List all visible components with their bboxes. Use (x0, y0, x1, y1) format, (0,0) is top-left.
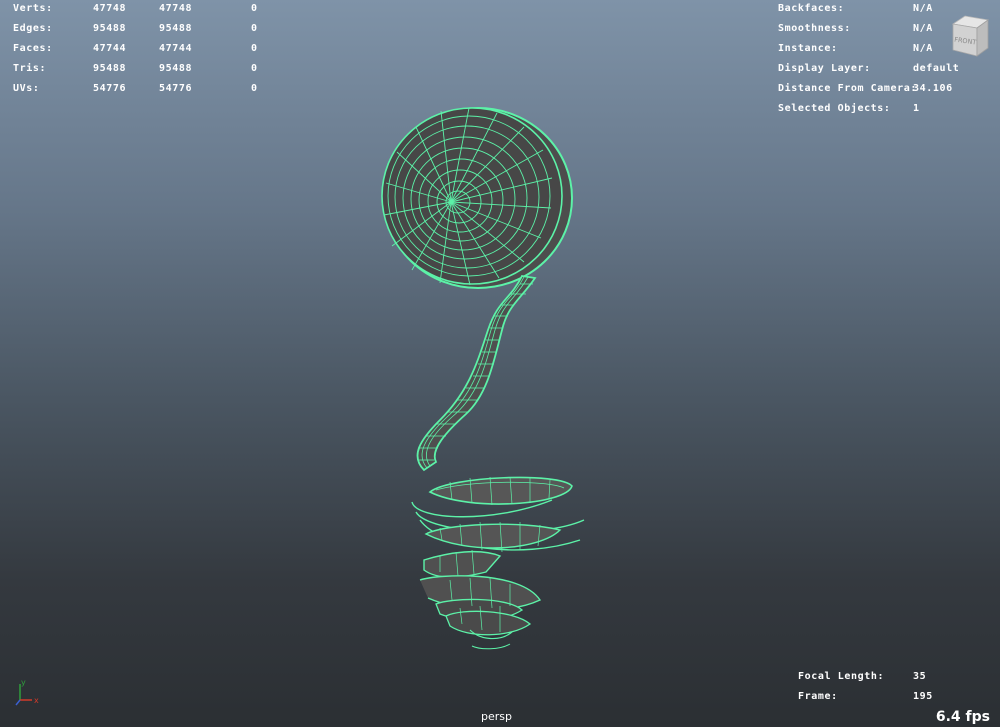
stat-label: Tris: (13, 63, 47, 74)
info-label: Distance From Camera: (778, 83, 918, 94)
info-value: 1 (913, 103, 920, 114)
info-label: Display Layer: (778, 63, 871, 74)
info-value: default (913, 63, 960, 74)
stat-selected: 47744 (159, 43, 193, 54)
stat-component: 0 (251, 63, 258, 74)
info-label: Instance: (778, 43, 838, 54)
stat-total: 47748 (93, 3, 127, 14)
stat-label: Edges: (13, 23, 53, 34)
stat-total: 95488 (93, 63, 127, 74)
stat-component: 0 (251, 43, 258, 54)
camera-info-label: Frame: (798, 691, 838, 702)
stat-selected: 47748 (159, 3, 193, 14)
info-label: Smoothness: (778, 23, 851, 34)
info-value: N/A (913, 43, 933, 54)
camera-info-value: 35 (913, 671, 927, 682)
fps-readout: 6.4 fps (935, 709, 990, 725)
axis-x-label: x (34, 696, 39, 705)
camera-info-value: 195 (913, 691, 933, 702)
stat-label: Faces: (13, 43, 53, 54)
object-details-hud: Backfaces: N/A Smoothness: N/A Instance:… (778, 1, 968, 121)
stat-component: 0 (251, 23, 258, 34)
camera-name-label: persp (481, 710, 512, 723)
axis-gizmo: y x (15, 678, 39, 706)
stat-selected: 95488 (159, 63, 193, 74)
info-value: N/A (913, 3, 933, 14)
stat-label: UVs: (13, 83, 40, 94)
stat-total: 95488 (93, 23, 127, 34)
info-value: N/A (913, 23, 933, 34)
axis-z-line (15, 699, 21, 706)
info-label: Backfaces: (778, 3, 845, 14)
stat-total: 54776 (93, 83, 127, 94)
info-label: Selected Objects: (778, 103, 891, 114)
camera-info-label: Focal Length: (798, 671, 885, 682)
stat-component: 0 (251, 83, 258, 94)
stat-label: Verts: (13, 3, 53, 14)
viewport-model[interactable] (370, 86, 590, 656)
camera-info-hud: Focal Length: 35 Frame: 195 (798, 669, 948, 709)
info-value: 34.106 (913, 83, 953, 94)
stat-selected: 54776 (159, 83, 193, 94)
poly-count-hud: Verts: 47748 47748 0 Edges: 95488 95488 … (13, 1, 273, 101)
stem-ribbon[interactable] (416, 275, 537, 472)
spiral-base[interactable] (411, 476, 585, 650)
stat-component: 0 (251, 3, 258, 14)
head-sphere[interactable] (381, 107, 573, 289)
stat-total: 47744 (93, 43, 127, 54)
view-cube[interactable]: FRONT (948, 12, 990, 58)
axis-y-label: y (21, 678, 26, 687)
stat-selected: 95488 (159, 23, 193, 34)
